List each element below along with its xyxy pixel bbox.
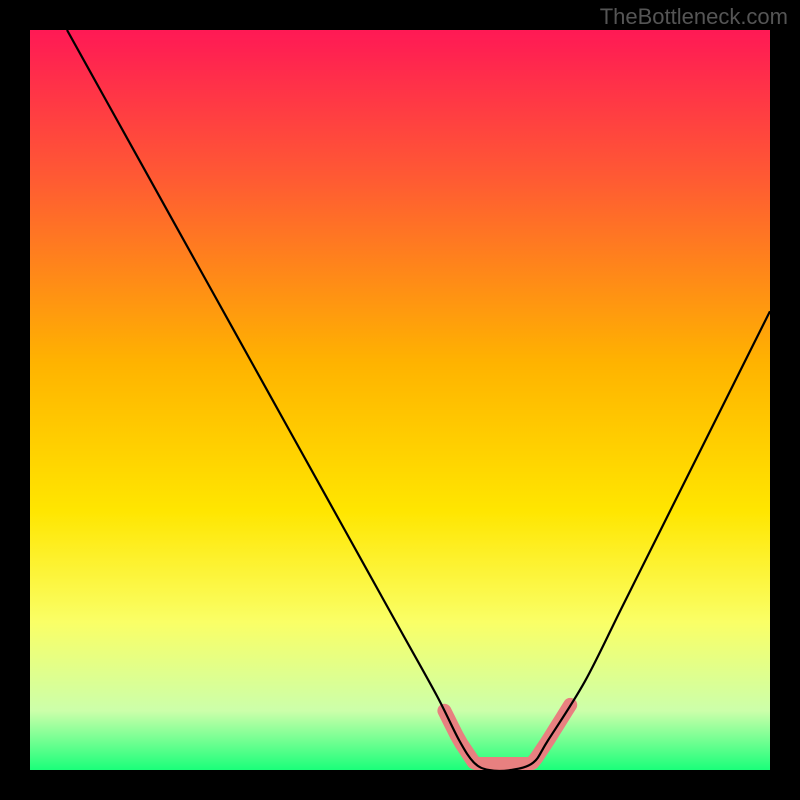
chart-background [30,30,770,770]
chart-container [30,30,770,770]
bottleneck-chart [30,30,770,770]
watermark-text: TheBottleneck.com [600,4,788,30]
